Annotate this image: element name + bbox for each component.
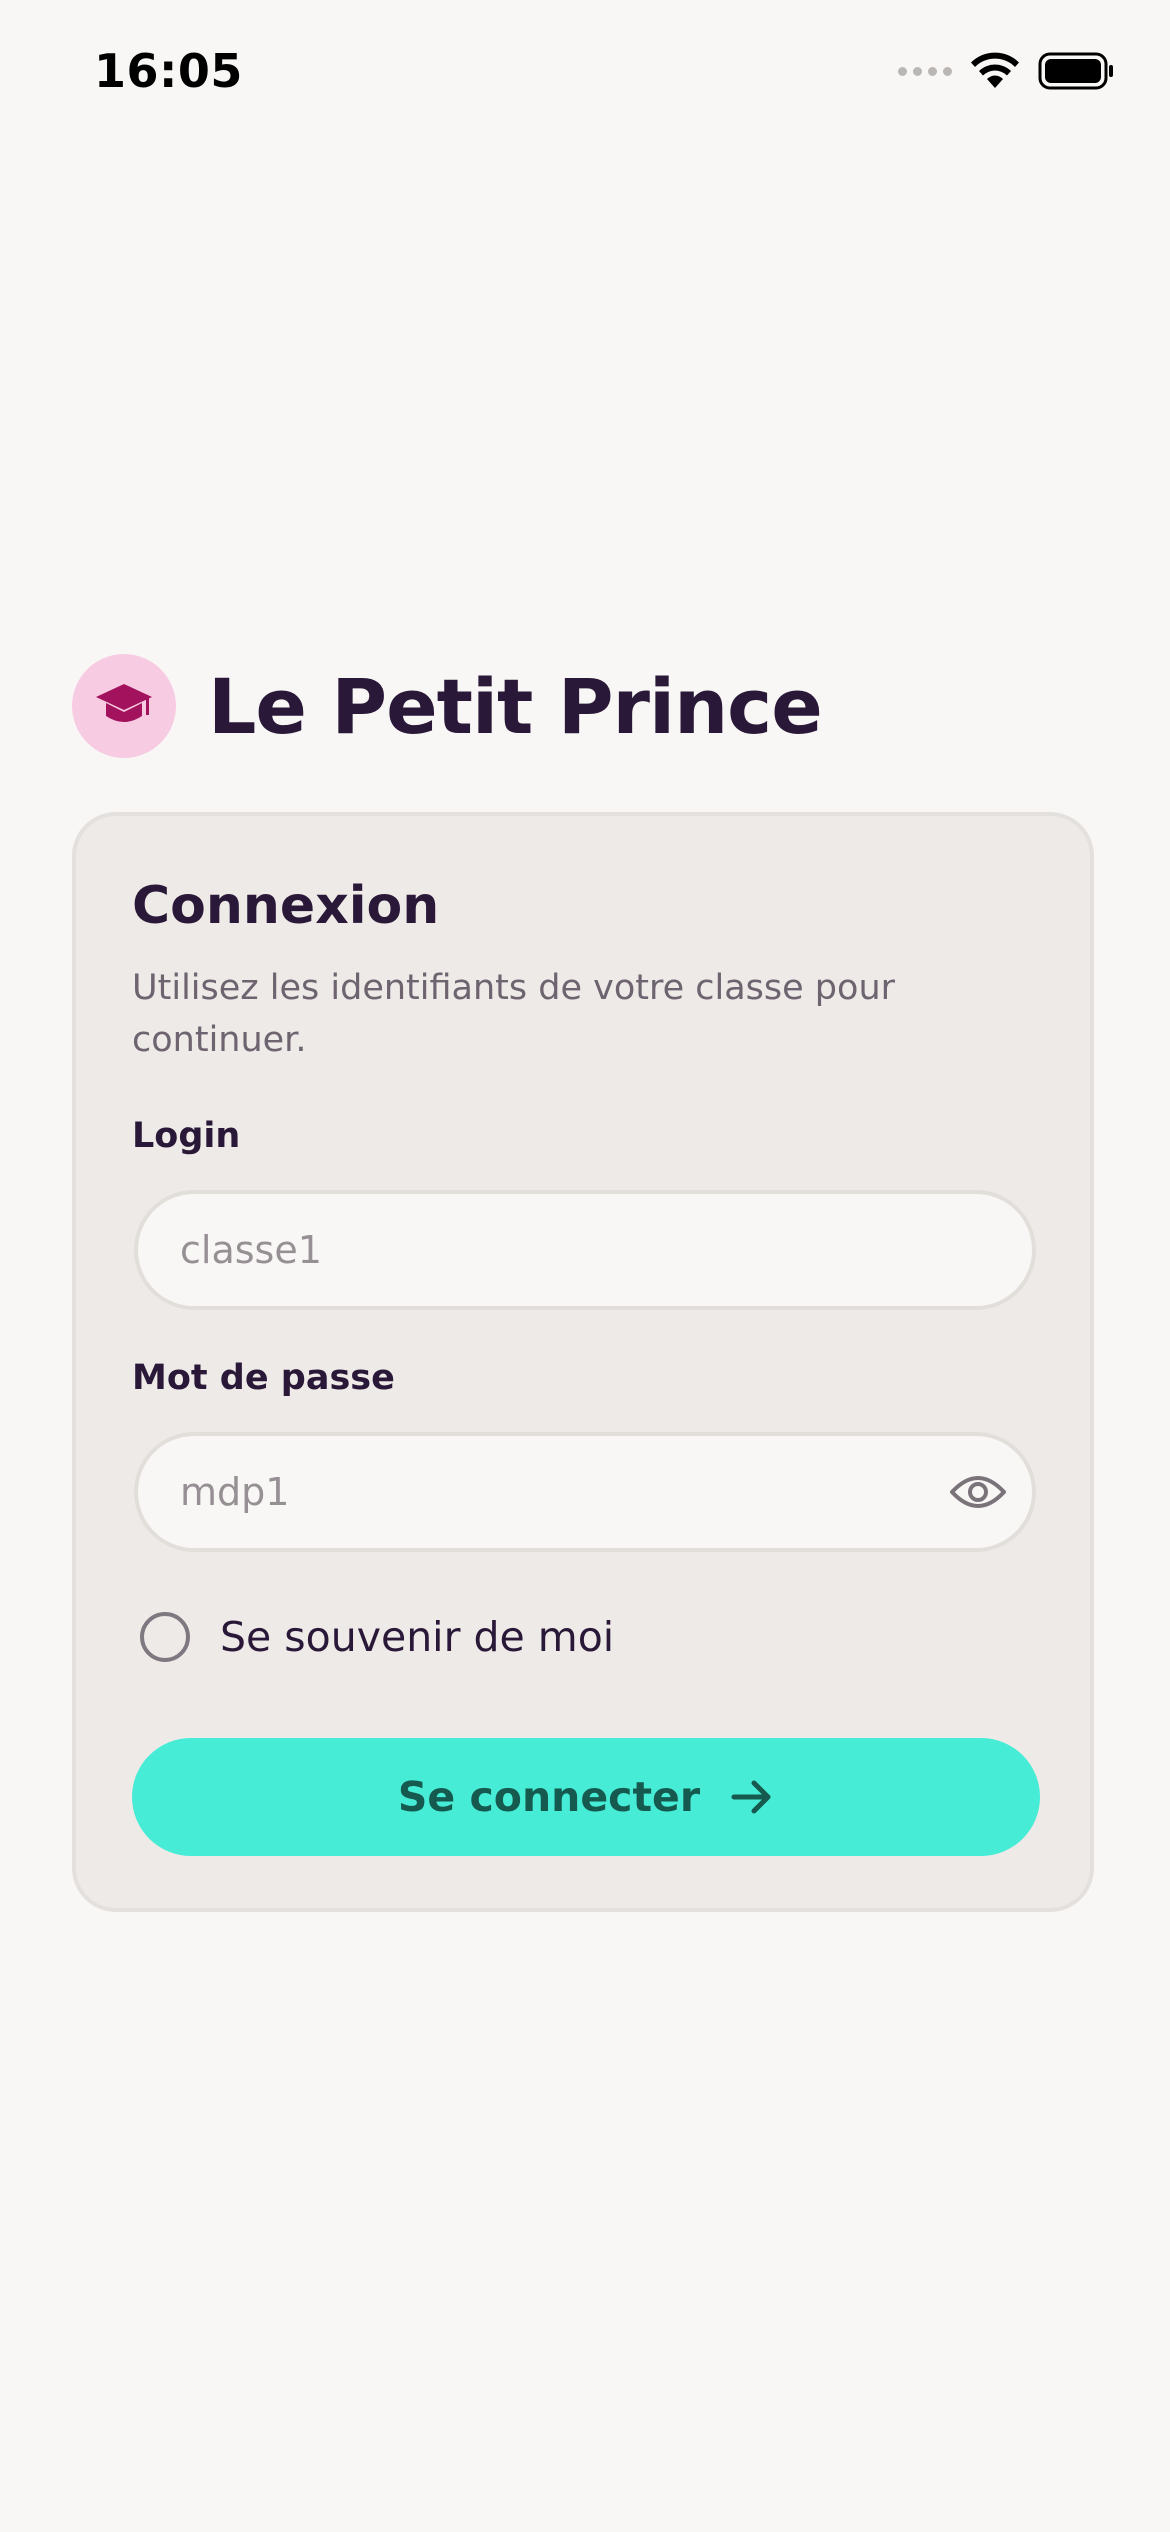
battery-icon — [1038, 52, 1113, 90]
app-title: Le Petit Prince — [208, 661, 823, 751]
card-subtitle: Utilisez les identifiants de votre class… — [132, 968, 896, 1060]
eye-icon — [950, 1476, 1006, 1508]
login-button[interactable]: Se connecter — [132, 1738, 1040, 1856]
brand-logo — [72, 654, 176, 758]
arrow-right-icon — [730, 1777, 774, 1817]
status-icons — [898, 52, 1114, 90]
login-label: Login — [132, 1116, 241, 1156]
remember-me-checkbox[interactable]: Se souvenir de moi — [140, 1612, 614, 1662]
password-field[interactable] — [134, 1432, 1036, 1552]
graduation-cap-icon — [96, 684, 152, 722]
remember-me-radio[interactable] — [140, 1612, 190, 1662]
password-label: Mot de passe — [132, 1358, 395, 1398]
remember-me-label: Se souvenir de moi — [220, 1613, 615, 1661]
login-button-label: Se connecter — [397, 1773, 701, 1821]
cellular-signal-icon — [898, 66, 952, 76]
show-password-toggle[interactable] — [948, 1464, 1008, 1520]
card-title: Connexion — [132, 876, 440, 936]
login-field[interactable] — [134, 1190, 1036, 1310]
login-card: Connexion Utilisez les identifiants de v… — [72, 812, 1094, 1912]
login-input[interactable] — [180, 1194, 940, 1306]
brand-header: Le Petit Prince — [72, 654, 823, 758]
password-input[interactable] — [180, 1436, 940, 1548]
wifi-icon — [971, 52, 1019, 88]
status-time: 16:05 — [94, 44, 243, 98]
status-bar: 16:05 — [0, 0, 1170, 150]
